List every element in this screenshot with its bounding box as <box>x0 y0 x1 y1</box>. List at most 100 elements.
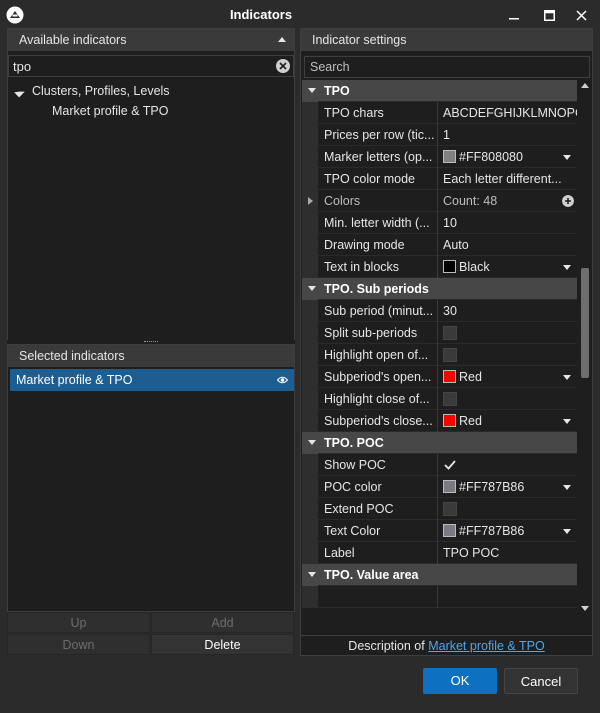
indicator-tree: Clusters, Profiles, Levels Market profil… <box>8 81 294 121</box>
section-collapse-icon[interactable] <box>308 572 316 577</box>
property-name: Drawing mode <box>324 234 438 256</box>
property-name: Split sub-periods <box>324 322 438 344</box>
property-name: Highlight open of... <box>324 344 438 366</box>
split-sub-periods-checkbox[interactable] <box>443 326 457 340</box>
property-row-min-letter-width[interactable]: Min. letter width (... 10 <box>302 212 577 234</box>
settings-scrollbar[interactable] <box>578 80 592 614</box>
extend-poc-checkbox[interactable] <box>443 502 457 516</box>
eye-icon[interactable] <box>277 376 288 384</box>
property-value[interactable]: TPO POC <box>439 542 577 564</box>
property-row-subperiod-open[interactable]: Subperiod's open... Red <box>302 366 577 388</box>
section-collapse-icon[interactable] <box>308 440 316 445</box>
section-title: TPO. POC <box>324 436 384 450</box>
colors-count: Count: 48 <box>443 194 498 208</box>
property-grid: TPO TPO chars ABCDEFGHIJKLMNOPC Prices p… <box>302 80 577 614</box>
scrollbar-thumb[interactable] <box>581 268 589 378</box>
scroll-down-icon[interactable] <box>581 606 589 611</box>
section-title: TPO. Value area <box>324 568 419 582</box>
color-picker[interactable]: Red <box>439 410 577 432</box>
section-collapse-icon[interactable] <box>308 88 316 93</box>
property-value[interactable]: 30 <box>439 300 577 322</box>
property-row-tpo-chars[interactable]: TPO chars ABCDEFGHIJKLMNOPC <box>302 102 577 124</box>
property-row-subperiod-close[interactable]: Subperiod's close... Red <box>302 410 577 432</box>
property-row-text-color[interactable]: Text Color #FF787B86 <box>302 520 577 542</box>
section-sub-periods[interactable]: TPO. Sub periods <box>302 278 577 300</box>
scroll-up-icon[interactable] <box>581 83 589 88</box>
property-name: POC color <box>324 476 438 498</box>
available-indicators-header[interactable]: Available indicators <box>8 29 294 51</box>
color-picker[interactable]: Red <box>439 366 577 388</box>
cancel-button[interactable]: Cancel <box>504 668 578 694</box>
section-value-area[interactable]: TPO. Value area <box>302 564 577 586</box>
property-value[interactable]: ABCDEFGHIJKLMNOPC <box>439 102 577 124</box>
property-row-sub-period[interactable]: Sub period (minut... 30 <box>302 300 577 322</box>
section-collapse-icon[interactable] <box>308 286 316 291</box>
clear-search-button[interactable] <box>276 59 290 73</box>
property-name: Show POC <box>324 454 438 476</box>
tree-expand-icon[interactable] <box>14 86 25 98</box>
selected-indicators-header: Selected indicators <box>8 345 294 367</box>
dropdown-arrow-icon[interactable] <box>563 419 571 424</box>
color-picker[interactable]: #FF808080 <box>439 146 577 168</box>
section-tpo[interactable]: TPO <box>302 80 577 102</box>
color-picker[interactable]: #FF787B86 <box>439 476 577 498</box>
highlight-open-checkbox[interactable] <box>443 348 457 362</box>
property-row-tpo-color-mode[interactable]: TPO color mode Each letter different... <box>302 168 577 190</box>
collapse-arrow-icon[interactable] <box>278 37 286 42</box>
maximize-button[interactable] <box>534 3 564 27</box>
property-row-colors[interactable]: Colors Count: 48 <box>302 190 577 212</box>
check-icon[interactable] <box>443 458 457 472</box>
section-poc[interactable]: TPO. POC <box>302 432 577 454</box>
indicator-settings-panel: Indicator settings Search TPO TPO chars … <box>300 28 593 656</box>
property-value[interactable]: Each letter different... <box>439 168 577 190</box>
close-button[interactable] <box>566 3 596 27</box>
color-swatch <box>443 414 456 427</box>
up-button[interactable]: Up <box>7 612 150 633</box>
dropdown-arrow-icon[interactable] <box>563 155 571 160</box>
property-row-highlight-open[interactable]: Highlight open of... <box>302 344 577 366</box>
property-value[interactable]: 10 <box>439 212 577 234</box>
add-button[interactable]: Add <box>151 612 294 633</box>
color-picker[interactable]: Black <box>439 256 577 278</box>
property-row-split-sub-periods[interactable]: Split sub-periods <box>302 322 577 344</box>
property-row-extend-poc[interactable]: Extend POC <box>302 498 577 520</box>
dropdown-arrow-icon[interactable] <box>563 485 571 490</box>
dropdown-arrow-icon[interactable] <box>563 265 571 270</box>
color-swatch <box>443 524 456 537</box>
indicator-search-input[interactable]: tpo <box>8 55 294 77</box>
description-link[interactable]: Market profile & TPO <box>428 639 544 653</box>
ok-button[interactable]: OK <box>423 668 497 694</box>
property-row-marker-letters[interactable]: Marker letters (op... #FF808080 <box>302 146 577 168</box>
dropdown-arrow-icon[interactable] <box>563 529 571 534</box>
property-value[interactable]: Auto <box>439 234 577 256</box>
down-button[interactable]: Down <box>7 634 150 655</box>
property-name: TPO color mode <box>324 168 438 190</box>
property-value[interactable]: 1 <box>439 124 577 146</box>
splitter-grip-icon[interactable] <box>144 341 158 343</box>
expand-arrow-icon[interactable] <box>308 197 313 205</box>
highlight-close-checkbox[interactable] <box>443 392 457 406</box>
property-row-highlight-close[interactable]: Highlight close of... <box>302 388 577 410</box>
maximize-icon <box>543 9 555 21</box>
property-row-drawing-mode[interactable]: Drawing mode Auto <box>302 234 577 256</box>
property-row-prices-per-row[interactable]: Prices per row (tic... 1 <box>302 124 577 146</box>
property-name: Sub period (minut... <box>324 300 438 322</box>
color-picker[interactable]: #FF787B86 <box>439 520 577 542</box>
selected-indicators-panel: Selected indicators Market profile & TPO <box>7 344 295 612</box>
selected-indicator-item[interactable]: Market profile & TPO <box>10 369 294 391</box>
property-row-poc-color[interactable]: POC color #FF787B86 <box>302 476 577 498</box>
tree-item[interactable]: Market profile & TPO <box>8 101 294 121</box>
delete-button[interactable]: Delete <box>151 634 294 655</box>
property-name: Label <box>324 542 438 564</box>
add-color-icon[interactable] <box>562 195 574 207</box>
dropdown-arrow-icon[interactable] <box>563 375 571 380</box>
minimize-button[interactable] <box>499 3 529 27</box>
property-row-label[interactable]: Label TPO POC <box>302 542 577 564</box>
indicator-search-value: tpo <box>13 59 32 74</box>
tree-item-label: Market profile & TPO <box>52 104 169 118</box>
settings-search-input[interactable]: Search <box>304 56 590 78</box>
color-value: Red <box>459 370 482 384</box>
property-row-show-poc[interactable]: Show POC <box>302 454 577 476</box>
property-row-text-in-blocks[interactable]: Text in blocks Black <box>302 256 577 278</box>
tree-group[interactable]: Clusters, Profiles, Levels <box>8 81 294 101</box>
